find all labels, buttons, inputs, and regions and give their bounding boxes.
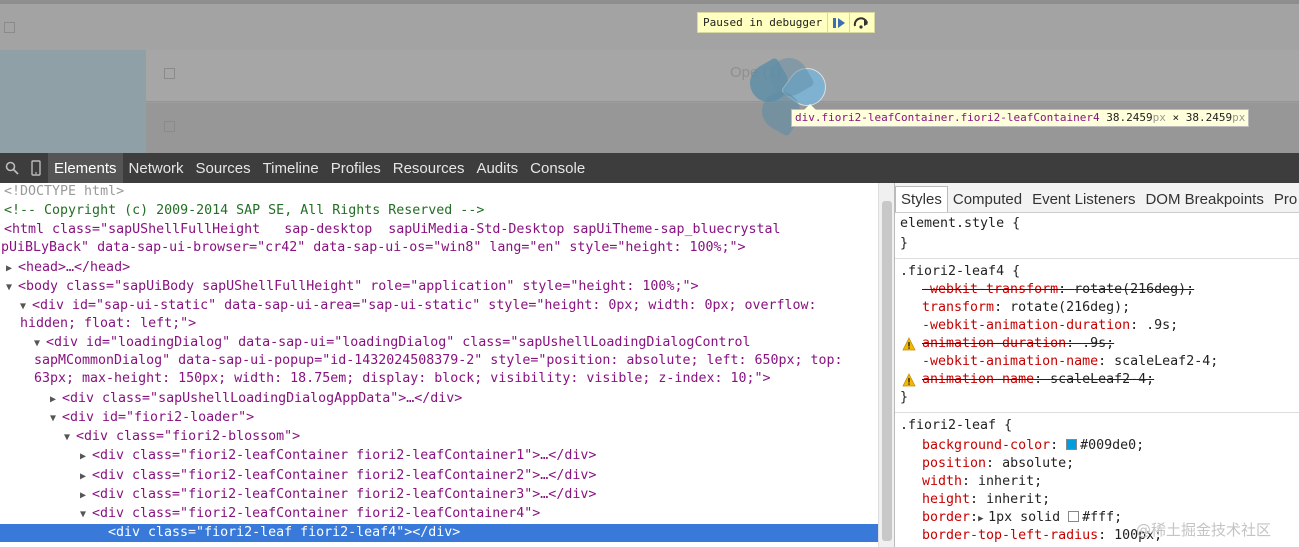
tab-profiles[interactable]: Profiles <box>325 153 387 183</box>
step-over-icon[interactable] <box>849 13 871 32</box>
collapse-triangle-icon[interactable]: ▼ <box>6 279 18 297</box>
styles-sidebar: Styles Computed Event Listeners DOM Brea… <box>894 183 1299 547</box>
preview-checkbox <box>4 22 15 33</box>
expand-triangle-icon[interactable]: ▶ <box>80 487 92 505</box>
devtools-toolbar: Elements Network Sources Timeline Profil… <box>0 153 1299 183</box>
expand-triangle-icon[interactable]: ▶ <box>80 448 92 466</box>
debugger-banner-text: Paused in debugger <box>703 16 823 29</box>
watermark: @稀土掘金技术社区 <box>1136 521 1272 539</box>
rule-element-style: element.style { } <box>895 213 1299 259</box>
tooltip-arrow <box>804 104 816 110</box>
style-property[interactable]: width: inherit; <box>922 473 1042 491</box>
dom-html-open[interactable]: <html class="sapUShellFullHeight sap-des… <box>4 221 878 239</box>
expand-triangle-icon[interactable]: ▶ <box>50 391 62 409</box>
rule-fiori2-leaf4: .fiori2-leaf4 { -webkit-transform: rotat… <box>895 259 1299 413</box>
collapse-triangle-icon[interactable]: ▼ <box>80 506 92 524</box>
dom-fiori2-loader[interactable]: ▼ <div id="fiori2-loader"> <box>50 409 878 427</box>
style-property[interactable]: transform: rotate(216deg); <box>922 299 1130 317</box>
tooltip-height-unit: px <box>1232 111 1246 124</box>
style-property[interactable]: height: inherit; <box>922 491 1050 509</box>
style-property[interactable]: background-color: #009de0; <box>922 437 1144 455</box>
device-mode-icon[interactable] <box>24 153 48 183</box>
color-swatch[interactable] <box>1066 439 1078 450</box>
expand-triangle-icon[interactable]: ▶ <box>6 260 18 278</box>
tab-resources[interactable]: Resources <box>387 153 471 183</box>
scrollbar-thumb[interactable] <box>882 201 892 541</box>
tab-dom-breakpoints[interactable]: DOM Breakpoints <box>1140 186 1268 212</box>
rule-close-brace: } <box>900 236 909 251</box>
style-property-struck[interactable]: -webkit-transform: rotate(216deg); <box>922 281 1194 299</box>
search-icon[interactable] <box>0 153 24 183</box>
preview-checkbox <box>164 68 175 79</box>
tab-audits[interactable]: Audits <box>470 153 524 183</box>
dom-doctype[interactable]: <!DOCTYPE html> <box>4 183 878 201</box>
preview-row <box>146 50 1299 102</box>
style-property[interactable]: -webkit-animation-duration: .9s; <box>922 317 1178 335</box>
preview-left-panel <box>0 50 146 153</box>
preview-checkbox <box>164 121 175 132</box>
tooltip-width-unit: px <box>1152 111 1166 124</box>
rule-selector[interactable]: .fiori2-leaf4 { <box>900 263 1020 281</box>
dom-app-data[interactable]: ▶ <div class="sapUshellLoadingDialogAppDa… <box>50 390 878 408</box>
tooltip-width: 38.2459 <box>1106 111 1153 124</box>
rule-selector[interactable]: .fiori2-leaf { <box>900 417 1012 435</box>
tab-timeline[interactable]: Timeline <box>257 153 325 183</box>
style-property[interactable]: border-top-left-radius: 100px; <box>922 527 1162 545</box>
paused-in-debugger-banner: Paused in debugger <box>697 12 875 33</box>
tooltip-times: × <box>1172 111 1180 124</box>
dom-loading-dialog[interactable]: ▼ <div id="loadingDialog" data-sap-ui="lo… <box>34 334 878 352</box>
collapse-triangle-icon[interactable]: ▼ <box>64 429 76 447</box>
collapse-triangle-icon[interactable]: ▼ <box>34 335 46 353</box>
collapse-triangle-icon[interactable]: ▼ <box>50 410 62 428</box>
style-property-invalid[interactable]: animation-name: scaleLeaf2-4; <box>922 371 1154 389</box>
rule-selector[interactable]: element.style { <box>900 215 1020 233</box>
collapse-triangle-icon[interactable]: ▼ <box>20 298 32 316</box>
dom-comment[interactable]: <!-- Copyright (c) 2009-2014 SAP SE, All… <box>4 202 878 220</box>
rule-close-brace: } <box>900 390 909 405</box>
tab-styles[interactable]: Styles <box>895 186 948 212</box>
page-preview: Ope (1) Paused in debugger div.fiori2-le… <box>0 0 1299 153</box>
dom-loading-dialog-cont[interactable]: sapMCommonDialog" data-sap-ui-popup="id-… <box>34 352 878 370</box>
tab-event-listeners[interactable]: Event Listeners <box>1027 186 1140 212</box>
style-property[interactable]: -webkit-animation-name: scaleLeaf2-4; <box>922 353 1218 371</box>
dom-leaf-container-2[interactable]: ▶ <div class="fiori2-leafContainer fiori2… <box>80 467 878 485</box>
dom-html-open-cont[interactable]: apUiBLyBack" data-sap-ui-browser="cr42" … <box>0 239 871 257</box>
sidebar-tabs: Styles Computed Event Listeners DOM Brea… <box>895 183 1299 213</box>
elements-tree: <!DOCTYPE html> <!-- Copyright (c) 2009-… <box>0 183 878 547</box>
dom-fiori2-blossom[interactable]: ▼ <div class="fiori2-blossom"> <box>64 428 878 446</box>
dom-leaf4-selected[interactable]: <div class="fiori2-leaf fiori2-leaf4"></… <box>0 524 878 542</box>
style-property-invalid[interactable]: animation-duration: .9s; <box>922 335 1114 353</box>
dom-body[interactable]: ▼ <body class="sapUiBody sapUShellFullHei… <box>6 278 878 296</box>
warning-icon[interactable] <box>902 337 916 351</box>
color-swatch[interactable] <box>1068 511 1080 522</box>
tooltip-selector: div.fiori2-leafContainer.fiori2-leafCont… <box>795 111 1100 124</box>
expand-triangle-icon[interactable]: ▶ <box>80 468 92 486</box>
tab-computed[interactable]: Computed <box>948 186 1027 212</box>
tab-sources[interactable]: Sources <box>190 153 257 183</box>
resume-icon[interactable] <box>827 13 849 32</box>
style-property[interactable]: position: absolute; <box>922 455 1074 473</box>
preview-header <box>0 0 1299 50</box>
tab-elements[interactable]: Elements <box>48 153 123 183</box>
dom-leaf-container-1[interactable]: ▶ <div class="fiori2-leafContainer fiori2… <box>80 447 878 465</box>
expand-shorthand-icon[interactable]: ▶ <box>978 510 988 528</box>
warning-icon[interactable] <box>902 373 916 387</box>
element-dimensions-tooltip: div.fiori2-leafContainer.fiori2-leafCont… <box>791 104 1250 127</box>
dom-sap-ui-static[interactable]: ▼ <div id="sap-ui-static" data-sap-ui-are… <box>20 297 878 315</box>
dom-head[interactable]: ▶ <head>…</head> <box>6 259 878 277</box>
tab-properties[interactable]: Pro <box>1269 186 1299 212</box>
elements-scrollbar[interactable] <box>878 183 894 547</box>
dom-sap-ui-static-cont[interactable]: hidden; float: left;"> <box>20 315 878 333</box>
tab-network[interactable]: Network <box>123 153 190 183</box>
dom-loading-dialog-cont[interactable]: 63px; max-height: 150px; width: 18.75em;… <box>34 370 878 388</box>
dom-leaf-container-3[interactable]: ▶ <div class="fiori2-leafContainer fiori2… <box>80 486 878 504</box>
style-property[interactable]: border:▶ 1px solid #fff; <box>922 509 1122 527</box>
tab-console[interactable]: Console <box>524 153 591 183</box>
tooltip-height: 38.2459 <box>1185 111 1233 124</box>
dom-leaf-container-4[interactable]: ▼ <div class="fiori2-leafContainer fiori2… <box>80 505 878 523</box>
